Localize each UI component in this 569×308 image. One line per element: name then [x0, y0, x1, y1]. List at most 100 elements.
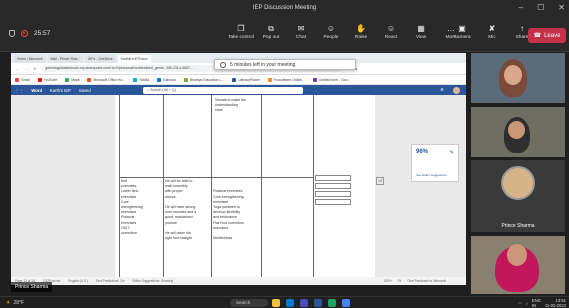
leave-button[interactable]: ☎ Leave: [528, 28, 566, 43]
bookmark-label: Bhartiya Education L...: [189, 77, 225, 82]
bookmark-icon: [65, 77, 70, 82]
bookmark-item[interactable]: TickBa: [133, 77, 149, 82]
table-border: [211, 95, 212, 277]
close-icon[interactable]: ✕: [558, 3, 565, 12]
participant-tile[interactable]: [471, 53, 565, 103]
browser-tab[interactable]: Home | Microsoft: [14, 55, 46, 63]
minimize-icon[interactable]: –: [519, 3, 523, 12]
meeting-time-toast: 5 minutes left in your meeting.: [214, 59, 356, 70]
language-indicator[interactable]: ENG IN: [532, 298, 541, 308]
table-cell[interactable]: Visuals to make the understanding clear: [215, 98, 246, 114]
table-border: [119, 177, 313, 178]
meeting-tool-label: Pop out: [262, 35, 280, 40]
meeting-tool-raise[interactable]: ✋ Raise: [346, 22, 376, 40]
toast-text: 5 minutes left in your meeting.: [230, 61, 297, 68]
weather-widget[interactable]: ☀ 28°F: [6, 300, 24, 306]
bookmark-item[interactable]: Microsoft Office Ho...: [87, 77, 125, 82]
bookmark-item[interactable]: LiteracyPlanet: [232, 77, 260, 82]
chrome-icon[interactable]: [342, 299, 350, 307]
meeting-tool-view[interactable]: ▦ View: [406, 22, 436, 40]
participant-tile[interactable]: Prince Sharma: [471, 160, 565, 232]
browser-tab[interactable]: Mail - Prince Shar...: [47, 55, 84, 63]
maximize-icon[interactable]: ☐: [537, 3, 544, 12]
window-controls: – ☐ ✕: [519, 3, 565, 12]
settings-icon[interactable]: ⚙: [440, 87, 444, 92]
wifi-icon[interactable]: ◠: [518, 301, 522, 306]
meeting-tool-pop-out[interactable]: ⧉ Pop out: [256, 22, 286, 40]
avatar[interactable]: [453, 86, 460, 94]
meeting-tool-icon: ⧉: [268, 24, 274, 33]
bookmark-item[interactable]: Gmail: [15, 77, 30, 82]
bookmark-label: LiteracyPlanet: [238, 77, 260, 82]
pen-icon: ✎: [449, 150, 454, 156]
edge-icon[interactable]: [286, 299, 294, 307]
file-explorer-icon[interactable]: [272, 299, 280, 307]
media-toolbar: ▣ Camera ✘ Mic ↑ Share: [447, 22, 537, 40]
word-statusbar: Page 13 of 18 2,525 words English (U.S.)…: [11, 277, 466, 285]
browser-tab[interactable]: IEPs - OneDrive: [85, 55, 116, 63]
meeting-tool-label: People: [323, 35, 339, 40]
meeting-tool-react[interactable]: ☺ React: [376, 22, 406, 40]
media-mic[interactable]: ✘ Mic: [477, 22, 507, 40]
browser-tab[interactable]: Karthik's IEP.docx: [117, 55, 151, 63]
meeting-tool-icon: ✉: [297, 24, 305, 33]
bookmark-item[interactable]: Maps: [65, 77, 80, 82]
editor-suggestions-link[interactable]: See Editor suggestions: [416, 173, 447, 177]
word-app-name: Word: [31, 87, 42, 93]
text-predictions[interactable]: Text Predictions: On: [96, 279, 125, 283]
media-icon: ✘: [488, 24, 496, 33]
table-cell[interactable]: Postural exercises Core strengthening ex…: [213, 179, 244, 241]
table-border: [119, 95, 120, 277]
bookmark-item[interactable]: Untitled form - Goo...: [312, 77, 350, 82]
meeting-tool-label: Chat: [295, 35, 307, 40]
participant-face: [504, 65, 522, 85]
text-box[interactable]: [315, 191, 351, 197]
recording-icon: [21, 30, 28, 37]
bookmark-item[interactable]: Bhartiya Education L...: [183, 77, 225, 82]
clock[interactable]: 13:51 11-02-2023: [545, 298, 566, 308]
zoom-level[interactable]: 100%: [384, 279, 392, 283]
app-launcher-icon[interactable]: ⋮⋮: [15, 88, 23, 93]
feedback-link[interactable]: Give Feedback to Microsoft: [407, 279, 446, 283]
participant-face: [508, 121, 525, 139]
text-box[interactable]: [315, 183, 351, 189]
bookmark-item[interactable]: YouTube: [37, 77, 57, 82]
forward-icon[interactable]: →: [25, 67, 29, 71]
meeting-title: IEP Discussion Meeting: [252, 5, 317, 11]
table-cell[interactable]: feet exercises, Lower limb exercises Cor…: [121, 179, 143, 236]
meeting-tool-label: Raise: [354, 35, 368, 40]
meeting-tool-take-control[interactable]: ❐ Take control: [226, 22, 256, 40]
bookmark-item[interactable]: Edmodo: [157, 77, 176, 82]
editor-panel[interactable]: 96% ✎ See Editor suggestions: [411, 144, 459, 182]
text-box[interactable]: [315, 199, 351, 205]
shield-icon: [9, 30, 15, 37]
bookmark-item[interactable]: Focusflearn Online...: [267, 77, 305, 82]
volume-icon[interactable]: ♪: [526, 301, 528, 306]
bookmark-label: Maps: [71, 77, 80, 82]
text-box[interactable]: [315, 175, 351, 181]
window-titlebar: IEP Discussion Meeting – ☐ ✕: [0, 0, 569, 18]
meeting-tool-people[interactable]: ☺ People: [316, 22, 346, 40]
word-icon[interactable]: [314, 299, 322, 307]
document-name[interactable]: Karth's IEP: [50, 88, 71, 93]
meeting-tool-label: Take control: [228, 35, 254, 40]
meeting-tool-chat[interactable]: ✉ Chat: [286, 22, 316, 40]
participant-tile[interactable]: [471, 107, 565, 157]
meeting-tool-icon: ☺: [386, 24, 396, 33]
taskbar-search[interactable]: Search: [230, 299, 268, 307]
teams-icon[interactable]: [300, 299, 308, 307]
taskbar-apps: [272, 299, 350, 307]
media-camera[interactable]: ▣ Camera: [447, 22, 477, 40]
document-area: Visuals to make the understanding clear …: [11, 95, 466, 277]
editor-status[interactable]: Editor Suggestions: Showing: [132, 279, 173, 283]
fit-button[interactable]: Fit: [398, 279, 402, 283]
system-tray: ◠ ♪ ENG IN 13:51 11-02-2023: [518, 298, 566, 308]
participant-tile[interactable]: [471, 236, 565, 294]
weather-icon: ☀: [6, 300, 11, 306]
word-search[interactable]: ⌕ Search (Alt + Q): [143, 86, 303, 94]
excel-icon[interactable]: [328, 299, 336, 307]
table-cell[interactable]: He will be able to walk smoothly with pr…: [165, 179, 196, 241]
bookmark-icon: [183, 77, 188, 82]
back-icon[interactable]: ←: [16, 67, 20, 71]
refresh-icon[interactable]: ⟳: [33, 67, 36, 71]
